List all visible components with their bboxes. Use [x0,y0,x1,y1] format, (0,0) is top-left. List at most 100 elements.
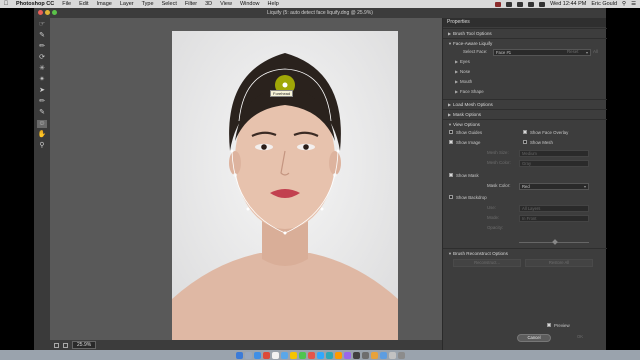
zoom-window-button[interactable] [52,10,57,15]
pucker-tool-icon[interactable]: ✳ [37,65,47,73]
safari-icon[interactable] [253,351,261,359]
chrome-icon[interactable] [262,351,270,359]
subsection-nose[interactable]: ▶ Nose [455,68,470,76]
forward-warp-tool-icon[interactable]: ☞ [37,21,47,29]
spotlight-icon[interactable]: ⚲ [622,1,626,7]
finder-icon[interactable] [235,351,243,359]
section-view-options[interactable]: ▼View Options [443,119,607,128]
opacity-slider[interactable] [519,239,589,245]
subsection-eyes[interactable]: ▶ Eyes [455,58,470,66]
premiere-icon[interactable] [343,351,351,359]
menu-layer[interactable]: Layer [116,1,138,7]
photos-icon[interactable] [370,351,378,359]
twirl-clockwise-tool-icon[interactable]: ⟳ [37,54,47,62]
menu-type[interactable]: Type [138,1,158,7]
mask-color-dropdown[interactable]: Red ▾ [519,183,589,190]
slider-knob[interactable] [552,239,558,245]
wifi-icon[interactable] [517,1,524,7]
thaw-mask-tool-icon[interactable]: ✎ [37,109,47,117]
mesh-color-label: Mesh Color: [487,160,511,165]
all-button[interactable]: All [593,48,598,56]
illustrator-icon[interactable] [334,351,342,359]
section-mask-options[interactable]: ▶ Mask Options [443,109,607,118]
status-menus: Wed 12:44 PM Eric Gould ⚲ ☰ [495,1,640,7]
mesh-color-dropdown[interactable]: Gray [519,160,589,167]
restore-all-button[interactable]: Restore All [525,259,593,267]
close-window-button[interactable] [38,10,43,15]
show-guides-checkbox[interactable]: Show Guides [449,129,482,137]
preview-checkbox[interactable]: Preview [547,322,570,330]
minimize-window-button[interactable] [45,10,50,15]
zoom-out-button[interactable] [54,342,59,348]
ok-button[interactable]: OK [565,334,595,342]
volume-icon[interactable] [528,1,535,7]
section-load-mesh-options[interactable]: ▶ Load Mesh Options [443,99,607,108]
cancel-button[interactable]: Cancel [517,334,551,342]
notes-icon[interactable] [289,351,297,359]
calendar-icon[interactable] [271,351,279,359]
preview-canvas[interactable]: Forehead [50,18,442,356]
mail-icon[interactable] [280,351,288,359]
menubar-user[interactable]: Eric Gould [591,1,617,7]
subsection-mouth[interactable]: ▶ Mouth [455,78,472,86]
section-face-aware-liquify[interactable]: ▼Face-Aware Liquify [443,38,607,47]
menu-select[interactable]: Select [158,1,181,7]
mask-color-label: Mask Color: [487,183,511,188]
smooth-tool-icon[interactable]: ✏ [37,43,47,51]
messages-icon[interactable] [298,351,306,359]
use-dropdown[interactable]: All Layers [519,205,589,212]
status-bar: 25.9% [50,340,442,350]
settings-icon[interactable] [361,351,369,359]
window-title: Liquify (5: auto detect face liquify.dng… [267,10,373,16]
zoom-tool-icon[interactable]: ⚲ [37,142,47,150]
photoshop-icon[interactable] [316,351,324,359]
reconstruct-button[interactable]: Reconstruct... [453,259,521,267]
show-face-overlay-checkbox[interactable]: Show Face Overlay [523,129,568,137]
show-backdrop-checkbox[interactable]: Show Backdrop [449,194,487,202]
reconstruct-tool-icon[interactable]: ✎ [37,32,47,40]
section-brush-tool-options[interactable]: ▶ Brush Tool Options [443,28,607,37]
lightroom-icon[interactable] [325,351,333,359]
list-icon[interactable]: ☰ [631,1,636,7]
mesh-size-dropdown[interactable]: Medium [519,150,589,157]
window-title-bar: Liquify (5: auto detect face liquify.dng… [34,8,606,18]
music-icon[interactable] [307,351,315,359]
zoom-in-button[interactable] [63,342,68,348]
downloads-icon[interactable] [388,351,396,359]
forehead-tooltip: Forehead [270,90,294,97]
terminal-icon[interactable] [352,351,360,359]
hand-tool-icon[interactable]: ✋ [37,131,47,139]
trash-icon[interactable] [397,351,405,359]
menubar-clock[interactable]: Wed 12:44 PM [550,1,586,7]
cloud-icon[interactable] [506,1,513,7]
menu-help[interactable]: Help [264,1,283,7]
status-app-icon[interactable] [495,1,502,7]
mode-dropdown[interactable]: In Front [519,215,589,222]
bloat-tool-icon[interactable]: ✴ [37,76,47,84]
zoom-level[interactable]: 25.9% [72,341,97,349]
app-store-icon[interactable] [379,351,387,359]
menu-filter[interactable]: Filter [181,1,201,7]
reset-face-button[interactable]: Reset [567,48,578,56]
apple-icon[interactable]:  [0,1,12,7]
show-image-checkbox[interactable]: Show Image [449,139,480,147]
menu-view[interactable]: View [216,1,236,7]
menu-image[interactable]: Image [93,1,116,7]
push-left-tool-icon[interactable]: ➤ [37,87,47,95]
section-brush-reconstruct-options[interactable]: ▼Brush Reconstruct Options [443,248,607,257]
menu-window[interactable]: Window [236,1,264,7]
mesh-size-label: Mesh Size: [487,150,509,155]
battery-icon[interactable] [539,1,546,7]
mode-label: Mode: [487,215,500,220]
face-tool-icon[interactable]: ☺ [37,120,47,128]
launchpad-icon[interactable] [244,351,252,359]
freeze-mask-tool-icon[interactable]: ✏ [37,98,47,106]
show-mesh-checkbox[interactable]: Show Mesh [523,139,553,147]
menu-file[interactable]: File [58,1,75,7]
menu-3d[interactable]: 3D [201,1,216,7]
portrait-image[interactable] [172,31,398,356]
show-mask-checkbox[interactable]: Show Mask [449,172,479,180]
app-menu[interactable]: Photoshop CC [12,1,58,7]
subsection-face-shape[interactable]: ▶ Face Shape [455,88,484,96]
menu-edit[interactable]: Edit [75,1,92,7]
